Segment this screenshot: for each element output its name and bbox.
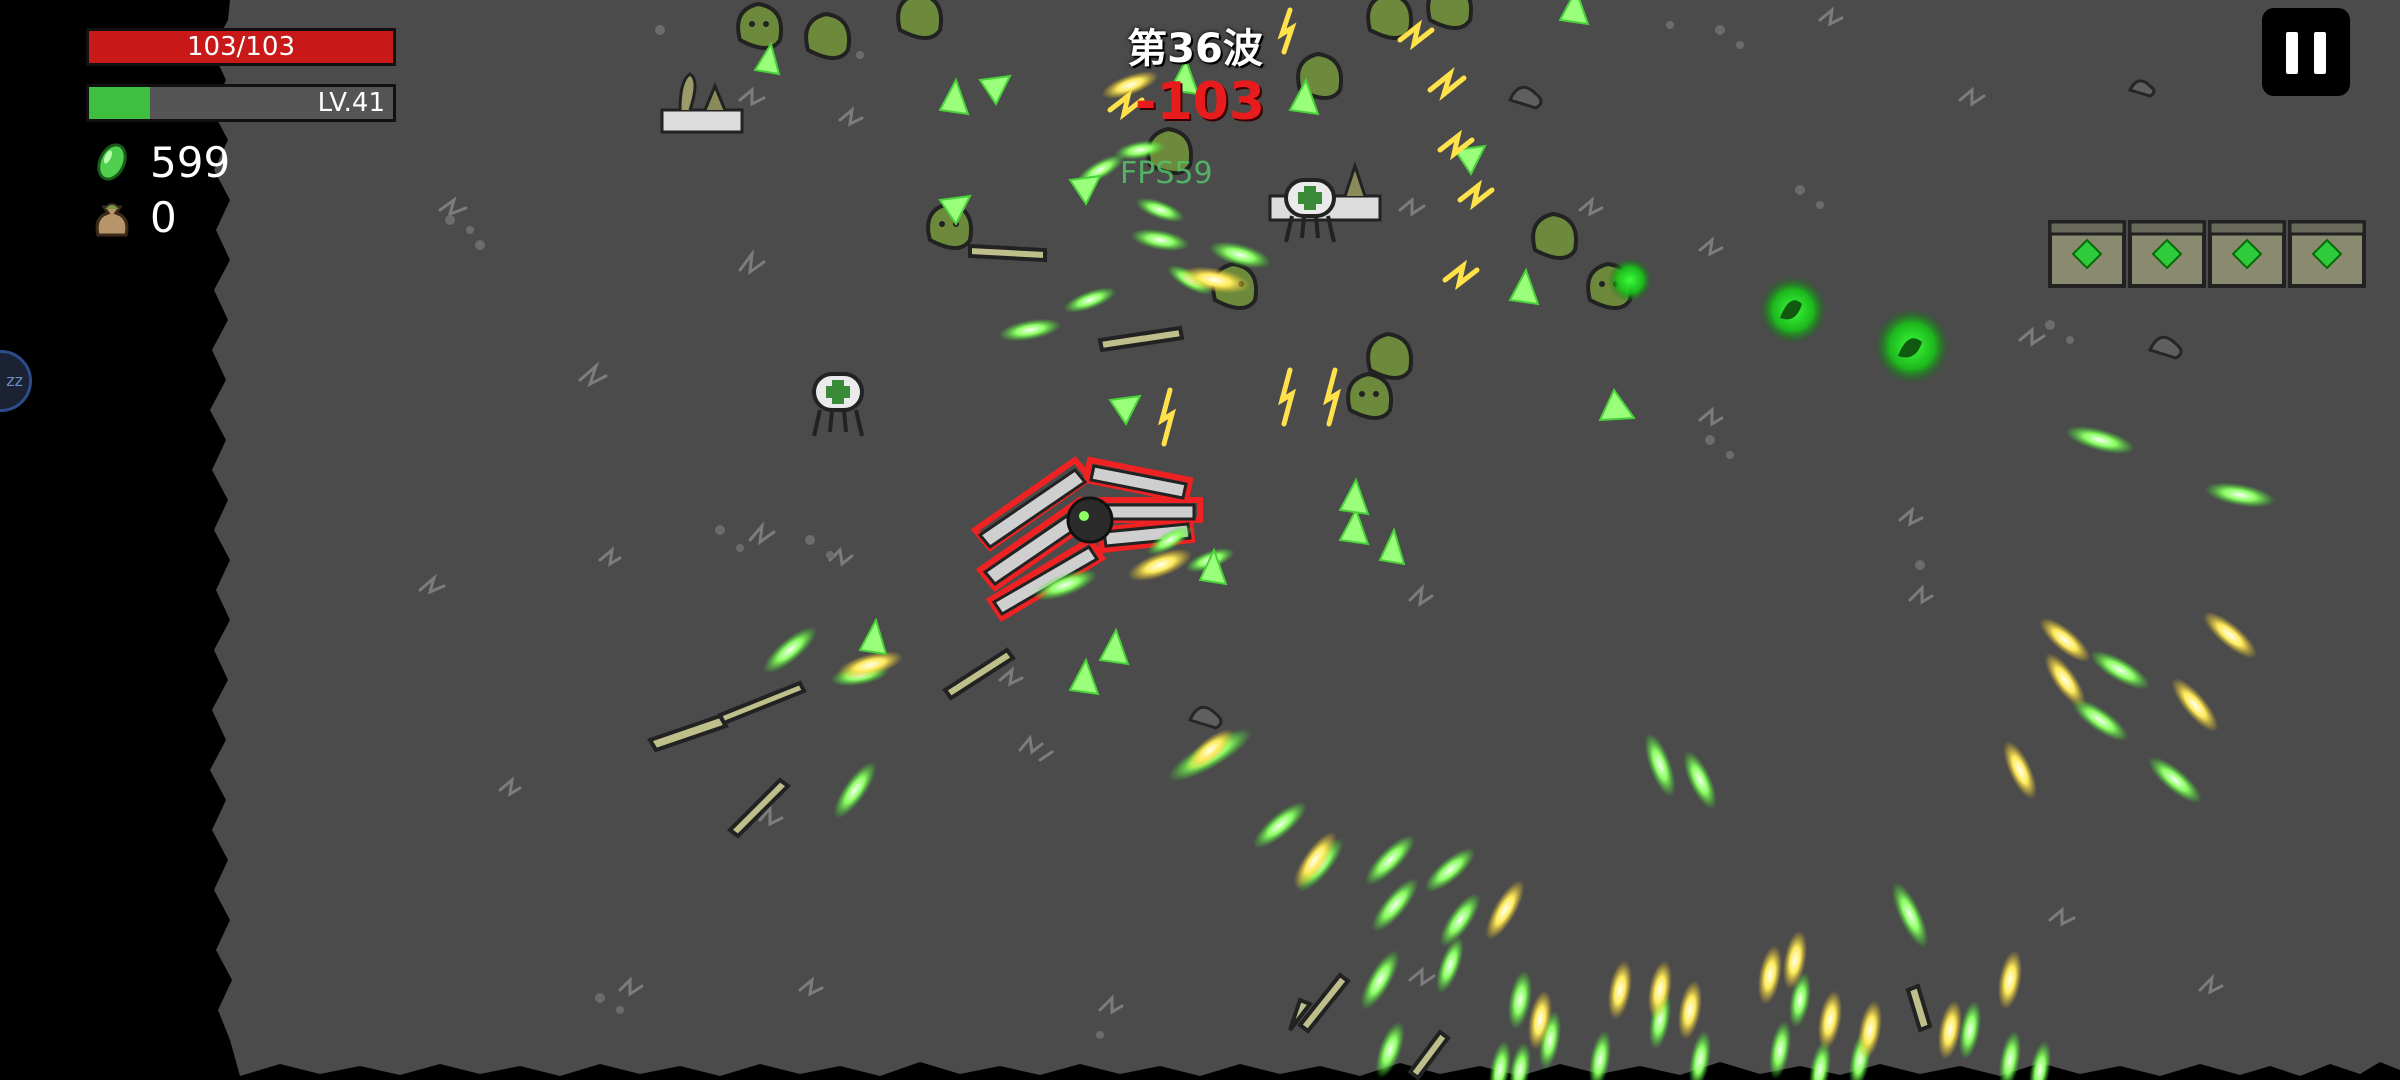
health-text: 103/103	[186, 32, 295, 62]
damage-number: -103	[1134, 72, 1266, 132]
level-text: LV.41	[317, 88, 385, 118]
bag-counter: 0	[90, 192, 177, 242]
arena-floor	[210, 0, 2400, 1076]
game-screen: 103/103 LV.41 599 0 第36波 -103 FPS59 zz	[0, 0, 2400, 1080]
experience-bar: LV.41	[86, 84, 396, 122]
money-bag-icon	[95, 203, 129, 237]
gem-counter: 599	[90, 137, 230, 187]
health-bar: 103/103	[86, 28, 396, 66]
gem-count: 599	[150, 137, 231, 187]
bag-count: 0	[150, 192, 177, 242]
fps-counter: FPS59	[1120, 156, 1213, 191]
green-gem-icon	[97, 143, 127, 181]
pause-button[interactable]	[2262, 8, 2350, 96]
wave-indicator: 第36波	[1127, 26, 1263, 72]
